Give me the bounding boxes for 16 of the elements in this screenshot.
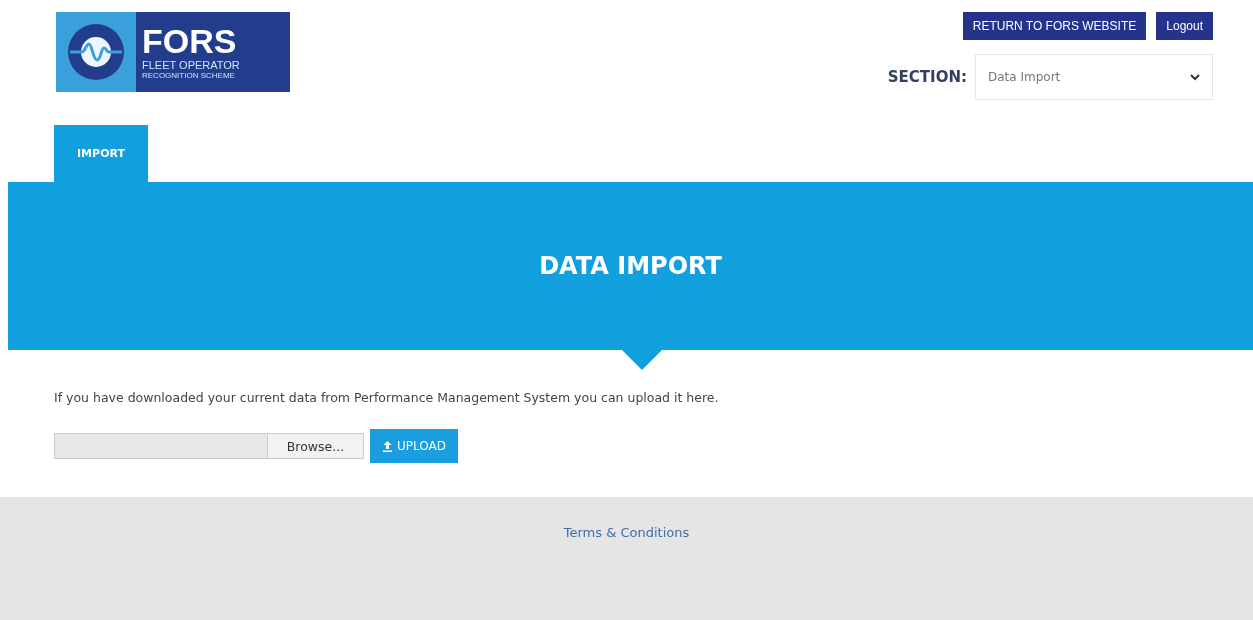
logout-button[interactable]: Logout [1156,12,1213,40]
logo-title: FORS [142,23,238,59]
return-website-button[interactable]: RETURN TO FORS WEBSITE [962,12,1147,40]
chevron-down-icon [1190,73,1200,81]
section-label: SECTION: [887,68,967,86]
logo-tagline: RECOGNITION SCHEME [142,71,236,81]
import-tab[interactable]: IMPORT [54,125,148,182]
browse-button[interactable]: Browse... [268,433,364,459]
upload-button[interactable]: UPLOAD [370,429,458,463]
upload-icon [382,440,393,452]
section-select[interactable]: Data Import [975,54,1213,100]
file-input-field[interactable] [54,433,268,459]
terms-link[interactable]: Terms & Conditions [563,525,690,541]
logo-subtitle: FLEET OPERATOR [142,59,241,71]
banner-title: DATA IMPORT [539,252,722,280]
intro-text: If you have downloaded your current data from Performance Management System you can upload it here. [54,390,720,405]
